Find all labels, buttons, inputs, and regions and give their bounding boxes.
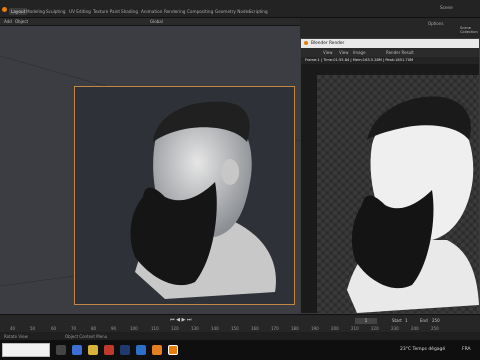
blender-logo-icon[interactable] [2, 7, 7, 12]
blender-taskbar-icon[interactable] [152, 345, 162, 355]
timeline-tick: 220 [371, 326, 379, 331]
render-window-title: Blender Render [311, 40, 345, 46]
timeline-tick: 240 [411, 326, 419, 331]
tab-texture-paint[interactable]: Texture Paint [93, 9, 120, 14]
app-icon[interactable] [136, 345, 146, 355]
outliner-header: Options Scene Collection [300, 18, 480, 38]
timeline-tick: 80 [91, 326, 97, 331]
render-info-bar: Frame:1 | Time:01:55.84 | Mem:163.5.28M … [301, 57, 479, 64]
end-frame-label: End [420, 318, 428, 323]
tab-layout[interactable]: Layout [9, 8, 28, 15]
render-window[interactable]: Blender Render View View Image Render Re… [300, 38, 480, 314]
timeline-tick: 140 [211, 326, 219, 331]
tab-scripting[interactable]: Scripting [249, 9, 268, 14]
render-result-selector[interactable]: Render Result [386, 50, 414, 55]
camera-frame[interactable] [74, 86, 295, 305]
photoshop-icon[interactable] [120, 345, 130, 355]
workspace-bar: Layout Modeling Sculpting UV Editing Tex… [0, 0, 480, 18]
timeline-tick: 110 [151, 326, 159, 331]
end-frame-field[interactable]: 250 [432, 318, 440, 323]
task-view-icon[interactable] [56, 345, 66, 355]
timeline-tick: 70 [71, 326, 77, 331]
view-menu-2[interactable]: View [339, 50, 349, 55]
start-frame-label: Start [392, 318, 402, 323]
timeline[interactable]: 40 50 60 70 80 90 100 110 120 130 140 15… [0, 314, 480, 332]
timeline-tick: 100 [130, 326, 138, 331]
playback-controls-icon[interactable]: ⏮ ◀ ▶ ⏭ [170, 317, 191, 323]
tab-uv-editing[interactable]: UV Editing [69, 9, 91, 14]
chrome-icon[interactable] [104, 345, 114, 355]
render-stats: Frame:1 | Time:01:55.84 | Mem:163.5.28M … [305, 58, 414, 62]
edge-icon[interactable] [72, 345, 82, 355]
timeline-tick: 40 [10, 326, 16, 331]
scene-selector[interactable]: Scene [440, 5, 453, 10]
timeline-tick: 230 [391, 326, 399, 331]
render-toolbar: View View Image Render Result [301, 48, 479, 57]
file-explorer-icon[interactable] [88, 345, 98, 355]
timeline-tick: 180 [291, 326, 299, 331]
current-frame-field[interactable]: 1 [355, 318, 377, 324]
transform-orientation-dropdown[interactable]: Global [150, 19, 163, 24]
image-menu[interactable]: Image [353, 50, 366, 55]
blender-active-icon[interactable] [168, 345, 178, 355]
tab-animation[interactable]: Animation [141, 9, 162, 14]
render-bust-image [347, 96, 479, 313]
tab-modeling[interactable]: Modeling [26, 9, 45, 14]
render-window-titlebar: Blender Render [301, 39, 479, 48]
bearded-man-bust [130, 101, 276, 299]
options-dropdown[interactable]: Options [428, 21, 443, 26]
timeline-tick: 50 [30, 326, 36, 331]
language-indicator[interactable]: FRA [462, 347, 471, 352]
timeline-tick: 160 [251, 326, 259, 331]
timeline-tick: 200 [331, 326, 339, 331]
3d-viewport[interactable] [0, 26, 300, 314]
status-bar: Rotate View Object Context Menu [0, 332, 480, 340]
object-menu[interactable]: Object [15, 19, 28, 24]
timeline-tick: 170 [271, 326, 279, 331]
timeline-tick: 150 [231, 326, 239, 331]
timeline-tick: 210 [351, 326, 359, 331]
timeline-tick: 130 [191, 326, 199, 331]
tab-sculpting[interactable]: Sculpting [46, 9, 66, 14]
tab-compositing[interactable]: Compositing [187, 9, 213, 14]
timeline-tick: 120 [171, 326, 179, 331]
viewport-header: Add Object Global [0, 18, 300, 26]
render-result-canvas[interactable] [317, 75, 479, 313]
tab-shading[interactable]: Shading [121, 9, 138, 14]
view-menu[interactable]: View [323, 50, 333, 55]
timeline-tick: 190 [311, 326, 319, 331]
timeline-tick: 60 [51, 326, 57, 331]
start-frame-field[interactable]: 1 [405, 318, 408, 323]
status-rotate-view: Rotate View [4, 333, 28, 339]
weather-status[interactable]: 23°C Temps dégagé [400, 347, 445, 352]
scene-collection[interactable]: Scene Collection [460, 26, 480, 34]
timeline-tick: 90 [111, 326, 117, 331]
status-context-menu: Object Context Menu [65, 333, 108, 339]
tab-rendering[interactable]: Rendering [164, 9, 185, 14]
blender-window-icon [304, 41, 308, 45]
timeline-tick: 250 [431, 326, 439, 331]
taskbar-search-box[interactable] [2, 343, 50, 357]
tab-geometry-nodes[interactable]: Geometry Nodes [215, 9, 250, 14]
add-menu[interactable]: Add [4, 19, 12, 24]
